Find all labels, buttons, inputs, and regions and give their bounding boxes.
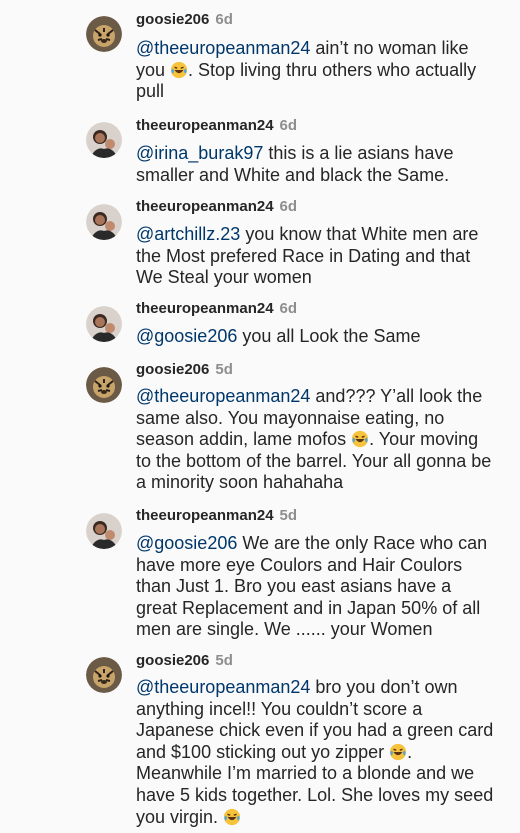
comment-text: @goosie206 you all Look the Same <box>136 326 496 348</box>
comment-header: theeuropeanman24 6d <box>136 197 297 217</box>
comment-age[interactable]: 6d <box>215 11 233 28</box>
comment-age[interactable]: 6d <box>280 300 298 317</box>
comment-text: @goosie206 We are the only Race who can … <box>136 533 496 641</box>
tiger-avatar[interactable] <box>86 367 122 403</box>
username[interactable]: goosie206 <box>136 11 209 28</box>
comment-age[interactable]: 6d <box>280 198 298 215</box>
laughing-tears-emoji-icon <box>390 743 407 760</box>
person-avatar[interactable] <box>86 204 122 240</box>
laughing-tears-emoji-icon <box>223 808 241 825</box>
username[interactable]: theeuropeanman24 <box>136 117 274 134</box>
comment-header: theeuropeanman24 6d <box>136 299 297 319</box>
mention-link[interactable]: @artchillz.23 <box>136 224 240 244</box>
username[interactable]: theeuropeanman24 <box>136 198 274 215</box>
mention-link[interactable]: @goosie206 <box>136 326 237 346</box>
mention-link[interactable]: @irina_burak97 <box>136 143 263 163</box>
comment-age[interactable]: 5d <box>215 652 233 669</box>
comment-text: @theeuropeanman24 and??? Y’all look the … <box>136 386 496 494</box>
person-avatar[interactable] <box>86 306 122 342</box>
username[interactable]: theeuropeanman24 <box>136 507 274 524</box>
comment-text: @artchillz.23 you know that White men ar… <box>136 224 496 289</box>
comment-age[interactable]: 5d <box>280 507 298 524</box>
comment-header: theeuropeanman24 6d <box>136 116 297 136</box>
comment-age[interactable]: 6d <box>280 117 298 134</box>
mention-link[interactable]: @goosie206 <box>136 533 237 553</box>
person-avatar[interactable] <box>86 513 122 549</box>
comment-header: goosie206 5d <box>136 360 233 380</box>
comment-header: theeuropeanman24 5d <box>136 506 297 526</box>
comment-body: you all Look the Same <box>237 326 421 346</box>
comment-text: @theeuropeanman24 ain’t no woman like yo… <box>136 38 496 103</box>
comment-body-continued: . Stop living thru others who actually p… <box>136 59 477 102</box>
comment-text: @irina_burak97 this is a lie asians have… <box>136 143 496 186</box>
mention-link[interactable]: @theeuropeanman24 <box>136 386 310 406</box>
tiger-avatar[interactable] <box>86 16 122 52</box>
comment-text: @theeuropeanman24 bro you don’t own anyt… <box>136 677 496 828</box>
tiger-avatar[interactable] <box>86 657 122 693</box>
laughing-tears-emoji-icon <box>170 61 188 78</box>
laughing-tears-emoji-icon <box>352 431 369 448</box>
person-avatar[interactable] <box>86 122 122 158</box>
username[interactable]: goosie206 <box>136 361 209 378</box>
mention-link[interactable]: @theeuropeanman24 <box>136 38 310 58</box>
comment-header: goosie206 5d <box>136 651 233 671</box>
username[interactable]: goosie206 <box>136 652 209 669</box>
username[interactable]: theeuropeanman24 <box>136 300 274 317</box>
comment-age[interactable]: 5d <box>215 361 233 378</box>
comment-header: goosie206 6d <box>136 10 233 30</box>
mention-link[interactable]: @theeuropeanman24 <box>136 677 310 697</box>
